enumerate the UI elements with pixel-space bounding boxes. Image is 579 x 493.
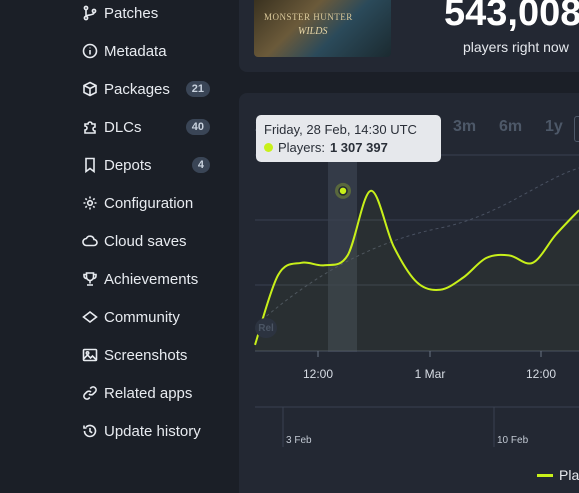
tooltip-value: 1 307 397 [329,140,388,155]
series-color-dot [264,143,273,152]
release-marker[interactable]: Rel [255,318,277,338]
x-tick-label: 1 Mar [415,367,446,381]
navigator-label: 10 Feb [497,435,529,446]
series-area [255,190,579,351]
tooltip-series-row: Players: 1 307 397 [264,140,388,155]
x-tick-label: 12:00 [303,367,333,381]
tooltip-date: Friday, 28 Feb, 14:30 UTC [264,122,417,137]
navigator-label: 3 Feb [286,435,312,446]
chart-legend[interactable]: Pla [537,467,579,483]
tooltip-series-label: Players: [278,140,325,155]
legend-swatch [537,473,553,477]
hover-marker [338,186,348,196]
chart-tooltip: Friday, 28 Feb, 14:30 UTC Players: 1 307… [256,115,441,162]
x-tick-label: 12:00 [526,367,556,381]
players-line-chart[interactable]: 12:00 1 Mar 12:00 3 Feb 10 Feb [0,0,579,480]
legend-label: Pla [559,467,579,483]
